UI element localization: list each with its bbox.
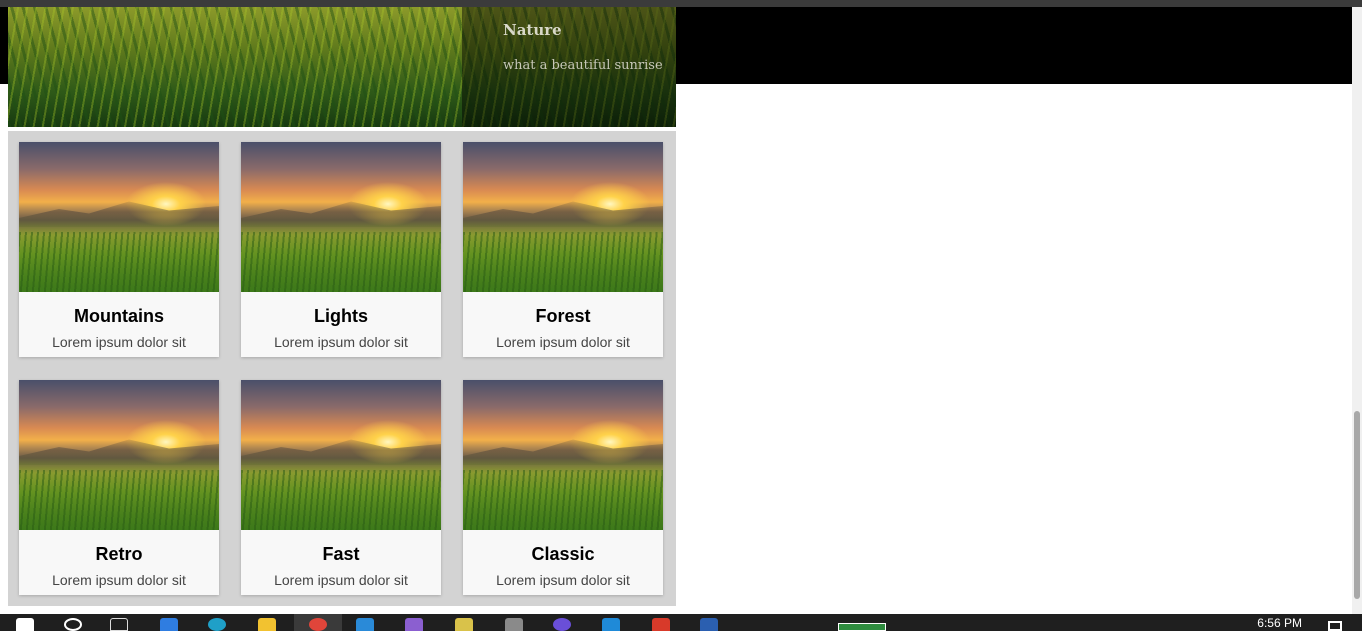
card-description: Lorem ipsum dolor sit — [274, 334, 408, 350]
gallery-card[interactable]: Mountains Lorem ipsum dolor sit — [19, 142, 219, 357]
card-title: Retro — [95, 544, 143, 564]
card-title: Mountains — [74, 306, 164, 326]
edge-icon[interactable] — [160, 618, 178, 631]
app-icon[interactable] — [455, 618, 473, 631]
vertical-scrollbar[interactable] — [1352, 7, 1362, 614]
card-description: Lorem ipsum dolor sit — [52, 334, 186, 350]
hero-banner: Nature what a beautiful sunrise — [8, 7, 676, 127]
gallery-card[interactable]: Forest Lorem ipsum dolor sit — [463, 142, 663, 357]
hero-caption: Nature what a beautiful sunrise — [462, 7, 676, 127]
app-icon-4[interactable] — [652, 618, 670, 631]
card-image — [463, 380, 663, 530]
battery-indicator[interactable] — [838, 623, 886, 631]
card-title: Lights — [314, 306, 368, 326]
file-explorer-icon[interactable] — [258, 618, 276, 631]
web-page: Nature what a beautiful sunrise Mountain… — [0, 7, 1352, 614]
gallery-card[interactable]: Lights Lorem ipsum dolor sit — [241, 142, 441, 357]
gallery-card[interactable]: Retro Lorem ipsum dolor sit — [19, 380, 219, 595]
visual-studio-icon[interactable] — [405, 618, 423, 631]
card-description: Lorem ipsum dolor sit — [52, 572, 186, 588]
card-description: Lorem ipsum dolor sit — [496, 572, 630, 588]
browser-top-strip — [0, 0, 1362, 7]
edge-dev-icon[interactable] — [208, 618, 226, 631]
card-description: Lorem ipsum dolor sit — [274, 572, 408, 588]
search-icon[interactable] — [64, 618, 82, 631]
card-image — [241, 142, 441, 292]
gallery-card[interactable]: Fast Lorem ipsum dolor sit — [241, 380, 441, 595]
app-icon-3[interactable] — [553, 618, 571, 631]
gallery-card[interactable]: Classic Lorem ipsum dolor sit — [463, 380, 663, 595]
app-icon-2[interactable] — [505, 618, 523, 631]
action-center-icon[interactable] — [1328, 621, 1342, 631]
card-title: Fast — [322, 544, 360, 564]
word-icon[interactable] — [700, 618, 718, 631]
card-image — [463, 142, 663, 292]
start-icon[interactable] — [16, 618, 34, 631]
card-title: Forest — [535, 306, 591, 326]
gallery-grid: Mountains Lorem ipsum dolor sit Lights L… — [8, 131, 676, 606]
vscode-icon[interactable] — [602, 618, 620, 631]
windows-taskbar: 6:56 PM — [0, 614, 1362, 631]
hero-subtitle: what a beautiful sunrise — [503, 58, 663, 73]
card-image — [241, 380, 441, 530]
taskbar-clock[interactable]: 6:56 PM — [1257, 616, 1302, 630]
card-title: Classic — [531, 544, 595, 564]
task-view-icon[interactable] — [110, 618, 128, 631]
hero-title: Nature — [503, 21, 562, 39]
chrome-icon[interactable] — [309, 618, 327, 631]
card-description: Lorem ipsum dolor sit — [496, 334, 630, 350]
scrollbar-thumb[interactable] — [1354, 411, 1360, 599]
card-image — [19, 142, 219, 292]
store-icon[interactable] — [356, 618, 374, 631]
card-image — [19, 380, 219, 530]
